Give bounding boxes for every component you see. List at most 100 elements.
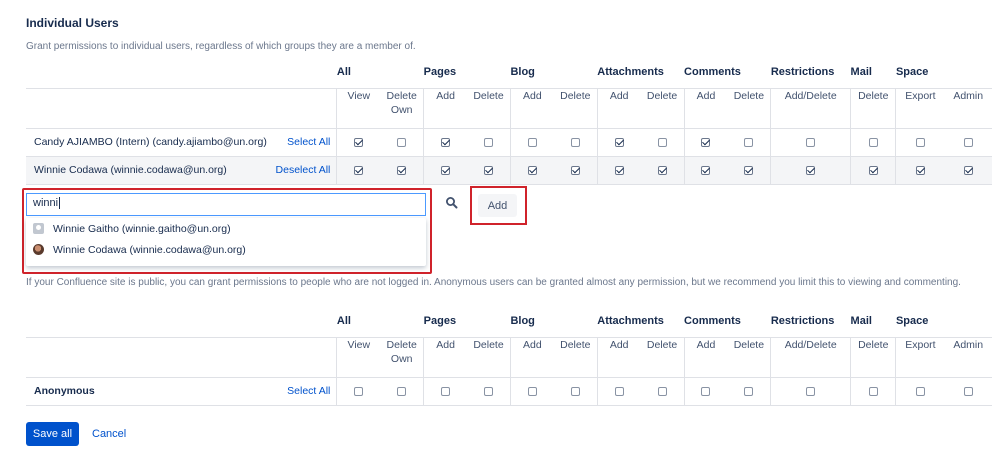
group-header-space: Space (895, 66, 929, 78)
group-header-blog: Blog (510, 66, 535, 78)
group-header-pages: Pages (423, 315, 457, 327)
group-header-mail: Mail (850, 66, 872, 78)
checkbox-space-admin[interactable] (963, 137, 973, 147)
deselect-all-link[interactable]: Deselect All (276, 164, 337, 176)
checkbox-pages-delete[interactable] (484, 137, 493, 147)
col-header-mail-delete: Delete (850, 87, 896, 129)
checkbox-attachments-delete[interactable] (657, 165, 667, 175)
col-header-view: View (336, 87, 381, 129)
checkbox-blog-add[interactable] (527, 137, 537, 147)
checkbox-view[interactable] (354, 137, 364, 147)
checkbox-view[interactable] (354, 165, 364, 175)
group-header-all: All (336, 66, 351, 78)
col-header-comments-delete: Delete (727, 87, 771, 129)
checkbox-space-export[interactable] (915, 165, 925, 175)
col-header-attachments-add: Add (596, 336, 641, 378)
anonymous-description: If your Confluence site is public, you c… (26, 277, 961, 288)
user-name: Winnie Codawa (winnie.codawa@un.org) (34, 164, 227, 176)
col-header-space-admin: Admin (944, 87, 992, 129)
anonymous-permissions-table: All Pages Blog Attachments Comments Rest… (26, 315, 992, 406)
checkbox-blog-delete[interactable] (570, 386, 580, 396)
add-user-button[interactable]: Add (478, 194, 517, 217)
checkbox-mail-delete[interactable] (868, 137, 878, 147)
checkbox-comments-delete[interactable] (744, 165, 754, 175)
group-header-mail: Mail (850, 315, 872, 327)
cancel-link[interactable]: Cancel (92, 428, 126, 440)
user-name: Candy AJIAMBO (Intern) (candy.ajiambo@un… (34, 136, 267, 148)
checkbox-blog-delete[interactable] (570, 165, 580, 175)
col-header-pages-add: Add (423, 87, 468, 129)
checkbox-restrictions-add-delete[interactable] (806, 165, 816, 175)
checkbox-delete-own[interactable] (397, 165, 407, 175)
checkbox-delete-own[interactable] (397, 137, 407, 147)
checkbox-pages-add[interactable] (441, 165, 451, 175)
checkbox-attachments-delete[interactable] (657, 137, 667, 147)
group-header-comments: Comments (684, 66, 741, 78)
checkbox-space-export[interactable] (915, 386, 925, 396)
checkbox-delete-own[interactable] (397, 386, 407, 396)
col-header-pages-delete: Delete (467, 87, 511, 129)
checkbox-restrictions-add-delete[interactable] (806, 137, 816, 147)
section-description: Grant permissions to individual users, r… (26, 41, 416, 52)
col-header-space-admin: Admin (944, 336, 992, 378)
checkbox-comments-add[interactable] (701, 386, 711, 396)
group-header-space: Space (895, 315, 929, 327)
checkbox-blog-delete[interactable] (570, 137, 580, 147)
checkbox-mail-delete[interactable] (868, 165, 878, 175)
group-header-pages: Pages (423, 66, 457, 78)
select-all-link[interactable]: Select All (287, 136, 336, 148)
col-header-blog-delete: Delete (553, 87, 598, 129)
checkbox-comments-add[interactable] (701, 137, 711, 147)
col-header-attachments-delete: Delete (640, 87, 685, 129)
avatar (33, 244, 44, 255)
user-suggestions-dropdown: Winnie Gaitho (winnie.gaitho@un.org) Win… (26, 218, 426, 266)
checkbox-space-admin[interactable] (963, 165, 973, 175)
table-row: Candy AJIAMBO (Intern) (candy.ajiambo@un… (26, 128, 992, 157)
checkbox-comments-delete[interactable] (744, 386, 754, 396)
col-header-pages-add: Add (423, 336, 468, 378)
checkbox-mail-delete[interactable] (868, 386, 878, 396)
group-header-attachments: Attachments (597, 66, 664, 78)
checkbox-space-export[interactable] (915, 137, 925, 147)
checkbox-pages-delete[interactable] (484, 386, 493, 396)
suggestion-item[interactable]: Winnie Gaitho (winnie.gaitho@un.org) (26, 218, 426, 239)
col-header-blog-delete: Delete (553, 336, 598, 378)
checkbox-space-admin[interactable] (963, 386, 973, 396)
col-header-comments-add: Add (683, 336, 728, 378)
checkbox-view[interactable] (354, 386, 364, 396)
checkbox-attachments-delete[interactable] (657, 386, 667, 396)
checkbox-pages-add[interactable] (441, 137, 451, 147)
group-header-blog: Blog (510, 315, 535, 327)
save-all-button[interactable]: Save all (26, 422, 79, 446)
checkbox-attachments-add[interactable] (614, 137, 624, 147)
checkbox-attachments-add[interactable] (614, 386, 624, 396)
checkbox-blog-add[interactable] (527, 165, 537, 175)
checkbox-pages-delete[interactable] (484, 165, 493, 175)
search-icon[interactable] (445, 196, 459, 210)
checkbox-attachments-add[interactable] (614, 165, 624, 175)
checkbox-restrictions-add-delete[interactable] (806, 386, 816, 396)
user-permissions-table: All Pages Blog Attachments Comments Rest… (26, 66, 992, 185)
col-header-blog-add: Add (509, 87, 554, 129)
table-row: Anonymous Select All (26, 377, 992, 406)
col-header-delete-own: Delete Own (380, 87, 424, 129)
col-header-comments-add: Add (683, 87, 728, 129)
group-header-restrictions: Restrictions (770, 66, 835, 78)
table-row: Winnie Codawa (winnie.codawa@un.org) Des… (26, 156, 992, 185)
section-title: Individual Users (26, 16, 119, 30)
group-header-restrictions: Restrictions (770, 315, 835, 327)
col-header-attachments-delete: Delete (640, 336, 685, 378)
col-header-restrictions: Add/Delete (770, 336, 851, 378)
group-header-all: All (336, 315, 351, 327)
user-search-input[interactable]: winni (26, 193, 426, 216)
checkbox-comments-add[interactable] (701, 165, 711, 175)
checkbox-comments-delete[interactable] (744, 137, 754, 147)
col-header-space-export: Export (895, 87, 945, 129)
suggestion-item[interactable]: Winnie Codawa (winnie.codawa@un.org) (26, 239, 426, 260)
select-all-link[interactable]: Select All (287, 385, 336, 397)
col-header-attachments-add: Add (596, 87, 641, 129)
checkbox-blog-add[interactable] (527, 386, 537, 396)
checkbox-pages-add[interactable] (441, 386, 451, 396)
col-header-space-export: Export (895, 336, 945, 378)
col-header-comments-delete: Delete (727, 336, 771, 378)
